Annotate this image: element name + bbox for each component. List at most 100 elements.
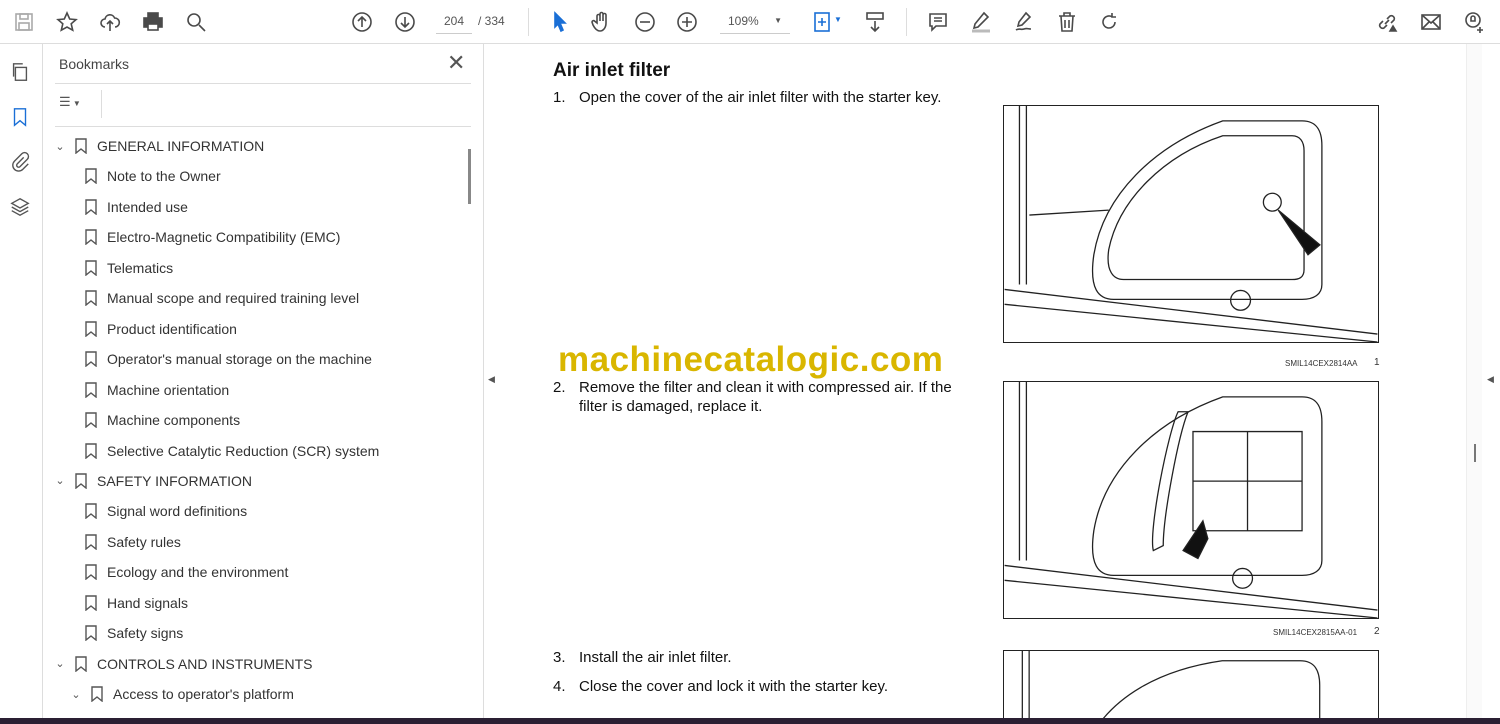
step-3: 3. Install the air inlet filter. [553, 648, 973, 667]
bookmark-icon [85, 503, 97, 520]
fit-page-icon[interactable] [808, 8, 836, 36]
step-2: 2. Remove the filter and clean it with co… [553, 378, 973, 416]
page-up-icon[interactable] [348, 8, 376, 36]
close-panel-button[interactable]: ✕ [447, 50, 465, 76]
bookmark-item[interactable]: Ecology and the environment [85, 560, 288, 584]
find-icon[interactable] [182, 8, 210, 36]
bookmark-item[interactable]: ⌄ CONTROLS AND INSTRUMENTS [53, 652, 312, 676]
right-panel-toggle[interactable]: ◀ [1482, 44, 1500, 718]
figure-1-illustration [1003, 105, 1379, 343]
zoom-in-icon[interactable] [673, 8, 701, 36]
divider [55, 126, 471, 127]
page-down-icon[interactable] [391, 8, 419, 36]
bookmark-item[interactable]: ⌄ SAFETY INFORMATION [53, 469, 252, 493]
zoom-value: 109% [728, 14, 759, 28]
star-icon[interactable] [53, 8, 81, 36]
collapse-panel-icon[interactable]: ◀ [488, 374, 495, 385]
panel-divider[interactable]: ◀ [485, 44, 500, 720]
step-number: 1. [553, 89, 566, 106]
select-cursor-icon[interactable] [546, 8, 574, 36]
cloud-upload-icon[interactable] [96, 8, 124, 36]
panel-title: Bookmarks [59, 56, 130, 72]
figure-3-illustration [1003, 650, 1379, 718]
email-icon[interactable] [1417, 8, 1445, 36]
chevron-down-icon[interactable]: ⌄ [53, 140, 67, 153]
bookmark-icon [85, 412, 97, 429]
bookmark-label: Ecology and the environment [107, 564, 289, 581]
zoom-select[interactable]: 109% ▼ [720, 10, 790, 34]
separator [906, 8, 907, 36]
bookmark-item[interactable]: Manual scope and required training level [85, 286, 359, 310]
bookmark-icon[interactable] [9, 106, 33, 130]
bookmark-options-button[interactable]: ☰ ▼ [59, 94, 95, 116]
sign-icon[interactable] [1010, 8, 1038, 36]
step-number: 3. [553, 649, 566, 666]
rotate-icon[interactable] [1095, 8, 1123, 36]
bookmark-icon [85, 534, 97, 551]
delete-icon[interactable] [1053, 8, 1081, 36]
document-page: Air inlet filter 1. Open the cover of the… [500, 44, 1466, 718]
bookmark-item[interactable]: Product identification [85, 317, 237, 341]
expand-panel-icon[interactable]: ◀ [1487, 374, 1494, 385]
bookmark-icon [85, 351, 97, 368]
highlight-icon[interactable] [967, 8, 995, 36]
save-icon[interactable] [10, 8, 38, 36]
bookmark-icon [85, 199, 97, 216]
bookmark-item[interactable]: Safety rules [85, 530, 181, 554]
bookmark-item[interactable]: Note to the Owner [85, 164, 221, 188]
chevron-down-icon[interactable]: ⌄ [53, 474, 67, 487]
bookmark-label: Note to the Owner [107, 168, 221, 185]
bookmark-item[interactable]: ⌄ GENERAL INFORMATION [53, 134, 264, 158]
bookmark-item[interactable]: Safety signs [85, 621, 183, 645]
bookmark-icon [75, 473, 87, 490]
panel-scrollbar[interactable] [468, 149, 471, 204]
bookmark-icon [85, 320, 97, 338]
chevron-down-icon: ▼ [774, 16, 782, 25]
bookmark-label: Intended use [107, 198, 188, 215]
bookmark-label: Access to operator's platform [113, 686, 294, 703]
bookmark-item[interactable]: Machine components [85, 408, 240, 432]
scrollbar-thumb[interactable] [1474, 444, 1476, 462]
bookmark-label: Manual scope and required training level [107, 290, 360, 307]
comment-icon[interactable] [924, 8, 952, 36]
bookmark-item[interactable]: ⌄ Access to operator's platform [69, 682, 294, 706]
bookmark-icon [85, 381, 97, 399]
page-thumbnails-icon[interactable] [9, 61, 33, 85]
step-number: 2. [553, 379, 566, 396]
page-number-input[interactable]: 204 [436, 10, 472, 34]
bookmark-icon [91, 686, 103, 703]
chevron-down-icon[interactable]: ▼ [834, 15, 842, 24]
bookmark-item[interactable]: Selective Catalytic Reduction (SCR) syst… [85, 439, 379, 463]
chevron-down-icon[interactable]: ⌄ [69, 688, 83, 701]
layers-icon[interactable] [9, 196, 33, 220]
print-icon[interactable] [139, 8, 167, 36]
add-user-icon[interactable] [1460, 8, 1488, 36]
step-text: Install the air inlet filter. [579, 649, 732, 666]
chevron-down-icon[interactable]: ⌄ [53, 657, 67, 670]
bookmarks-panel: Bookmarks ✕ ☰ ▼ ⌄ GENERAL INFORMATION Note… [43, 44, 484, 720]
separator [528, 8, 529, 36]
zoom-out-icon[interactable] [631, 8, 659, 36]
bookmark-item[interactable]: Telematics [85, 256, 173, 280]
bookmark-item[interactable]: Operator's manual storage on the machine [85, 347, 372, 371]
document-scrollbar[interactable] [1466, 44, 1482, 718]
share-link-icon[interactable] [1373, 8, 1401, 36]
figure-1-number: 1 [1374, 357, 1380, 368]
bookmark-item[interactable]: Machine orientation [85, 378, 229, 402]
bookmark-icon [85, 229, 97, 246]
bookmark-item[interactable]: Electro-Magnetic Compatibility (EMC) [85, 225, 340, 249]
taskbar-edge [0, 718, 1500, 724]
attachment-icon[interactable] [9, 151, 33, 175]
scroll-mode-icon[interactable] [861, 8, 889, 36]
step-text: Open the cover of the air inlet filter w… [579, 89, 942, 106]
bookmark-item[interactable]: Signal word definitions [85, 499, 247, 523]
bookmark-icon [75, 138, 87, 155]
bookmark-item[interactable]: Intended use [85, 195, 188, 219]
toolbar: 204 / 334 109% ▼ ▼ [0, 0, 1500, 44]
step-4: 4. Close the cover and lock it with the s… [553, 677, 973, 696]
bookmark-item[interactable]: Hand signals [85, 591, 188, 615]
bookmark-icon [85, 625, 97, 642]
bookmark-label: Signal word definitions [107, 503, 248, 520]
figure-2-illustration [1003, 381, 1379, 619]
hand-icon[interactable] [588, 8, 616, 36]
